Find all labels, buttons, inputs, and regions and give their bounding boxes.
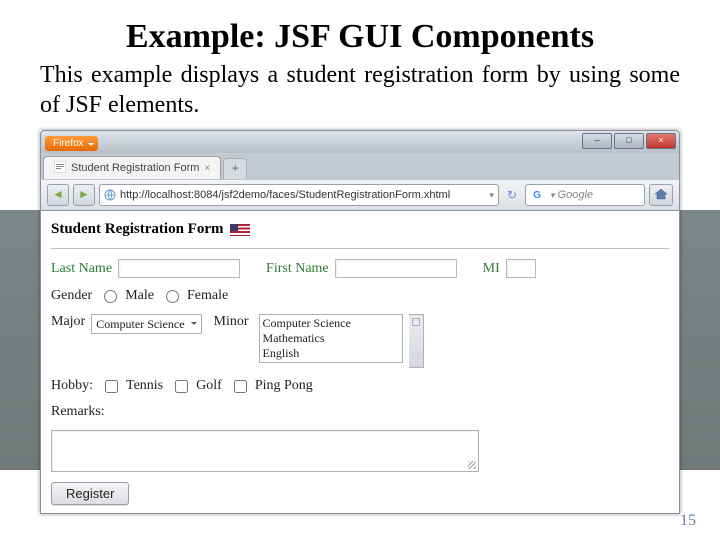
golf-label: Golf [196, 378, 222, 394]
scrollbar[interactable] [409, 314, 424, 368]
last-name-input[interactable] [118, 259, 240, 278]
form-heading: Student Registration Form [51, 221, 224, 238]
register-button[interactable]: Register [51, 482, 129, 505]
home-icon [654, 188, 668, 200]
toolbar: ◄ ► http://localhost:8084/jsf2demo/faces… [40, 179, 680, 211]
mi-input[interactable] [506, 259, 536, 278]
globe-icon [104, 189, 116, 201]
first-name-input[interactable] [335, 259, 457, 278]
gender-female-radio[interactable] [166, 290, 179, 303]
last-name-label: Last Name [51, 261, 112, 277]
search-placeholder: Google [558, 189, 593, 201]
tab-label: Student Registration Form [71, 162, 199, 174]
minimize-button[interactable]: – [582, 133, 612, 149]
minor-option[interactable]: Computer Science [261, 316, 401, 331]
url-dropdown-icon[interactable]: ▾ [489, 190, 494, 201]
search-input[interactable]: G ▾ Google [525, 184, 645, 206]
search-engine-dropdown-icon[interactable]: ▾ [550, 190, 555, 201]
minor-option[interactable]: English [261, 346, 401, 361]
page-favicon [54, 161, 66, 176]
minor-label: Minor [214, 314, 249, 330]
url-text: http://localhost:8084/jsf2demo/faces/Stu… [120, 189, 450, 201]
remarks-label: Remarks: [51, 404, 105, 420]
slide-description: This example displays a student registra… [40, 60, 680, 120]
page-content: Student Registration Form Last Name Firs… [40, 211, 680, 514]
new-tab-button[interactable]: + [223, 158, 247, 179]
divider [51, 248, 669, 249]
major-select[interactable]: Computer Science [91, 314, 201, 334]
browser-window: Firefox – □ × Student Registration Form … [40, 130, 680, 514]
google-icon: G [530, 188, 544, 202]
remarks-textarea[interactable] [51, 430, 479, 472]
pingpong-label: Ping Pong [255, 378, 313, 394]
forward-button[interactable]: ► [73, 184, 95, 206]
minor-listbox[interactable]: Computer Science Mathematics English [259, 314, 403, 363]
home-button[interactable] [649, 184, 673, 206]
female-label: Female [187, 288, 228, 304]
reload-button[interactable]: ↻ [507, 188, 517, 202]
hobby-label: Hobby: [51, 378, 93, 394]
hobby-golf-checkbox[interactable] [175, 380, 188, 393]
maximize-button[interactable]: □ [614, 133, 644, 149]
close-button[interactable]: × [646, 133, 676, 149]
mi-label: MI [483, 261, 500, 277]
back-button[interactable]: ◄ [47, 184, 69, 206]
tennis-label: Tennis [126, 378, 163, 394]
tab-close-icon[interactable]: × [204, 163, 210, 174]
hobby-tennis-checkbox[interactable] [105, 380, 118, 393]
minor-option[interactable]: Mathematics [261, 331, 401, 346]
slide-title: Example: JSF GUI Components [40, 18, 680, 56]
hobby-pingpong-checkbox[interactable] [234, 380, 247, 393]
tab-student-registration[interactable]: Student Registration Form × [43, 156, 221, 179]
us-flag-icon [230, 224, 250, 236]
window-titlebar: Firefox – □ × [40, 130, 680, 153]
url-input[interactable]: http://localhost:8084/jsf2demo/faces/Stu… [99, 184, 499, 206]
tab-strip: Student Registration Form × + [40, 153, 680, 179]
male-label: Male [125, 288, 154, 304]
page-number: 15 [680, 512, 696, 530]
firefox-menu-button[interactable]: Firefox [45, 136, 98, 151]
major-label: Major [51, 314, 85, 330]
gender-male-radio[interactable] [104, 290, 117, 303]
first-name-label: First Name [266, 261, 329, 277]
gender-label: Gender [51, 288, 92, 304]
